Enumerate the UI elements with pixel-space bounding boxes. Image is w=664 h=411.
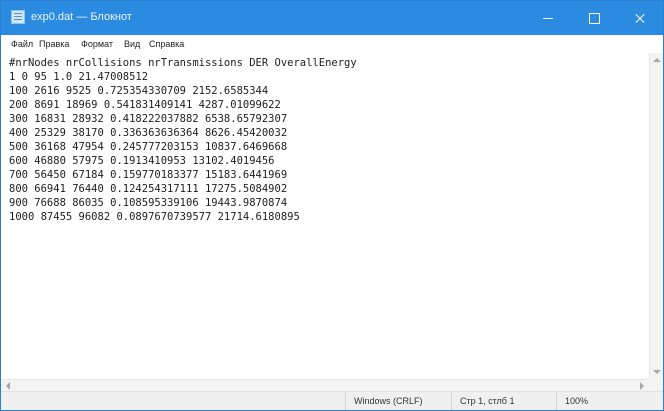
menu-view[interactable]: Вид	[123, 35, 141, 53]
title-bar[interactable]: exp0.dat — Блокнот	[1, 1, 663, 35]
text-editor[interactable]: #nrNodes nrCollisions nrTransmissions DE…	[1, 53, 649, 379]
menu-bar: Файл Правка Формат Вид Справка	[1, 35, 663, 53]
text-content: #nrNodes nrCollisions nrTransmissions DE…	[9, 56, 357, 224]
text-line: 200 8691 18969 0.541831409141 4287.01099…	[9, 99, 281, 111]
scroll-down-icon[interactable]	[653, 370, 661, 374]
text-line: 300 16831 28932 0.418222037882 6538.6579…	[9, 113, 288, 125]
close-button[interactable]	[617, 1, 663, 35]
text-line: 600 46880 57975 0.1913410953 13102.40194…	[9, 155, 275, 167]
text-line: 500 36168 47954 0.245777203153 10837.646…	[9, 141, 288, 153]
text-line: 1 0 95 1.0 21.47008512	[9, 71, 149, 83]
text-line: 1000 87455 96082 0.0897670739577 21714.6…	[9, 211, 300, 223]
menu-help[interactable]: Справка	[148, 35, 185, 53]
text-line: 700 56450 67184 0.159770183377 15183.644…	[9, 169, 288, 181]
notepad-window: exp0.dat — Блокнот Файл Правка Формат Ви…	[0, 0, 664, 411]
status-cursor-position: Стр 1, стлб 1	[451, 392, 556, 410]
status-encoding: Windows (CRLF)	[345, 392, 451, 410]
window-title: exp0.dat — Блокнот	[31, 11, 132, 23]
scrollbar-corner	[649, 379, 663, 391]
notepad-icon[interactable]	[11, 10, 25, 24]
text-line: 900 76688 86035 0.108595339106 19443.987…	[9, 197, 288, 209]
horizontal-scrollbar[interactable]	[1, 379, 649, 391]
scroll-right-icon[interactable]	[640, 382, 644, 390]
menu-file[interactable]: Файл	[10, 35, 34, 53]
text-line: 100 2616 9525 0.725354330709 2152.658534…	[9, 85, 269, 97]
menu-edit[interactable]: Правка	[38, 35, 70, 53]
status-bar: Windows (CRLF) Стр 1, стлб 1 100%	[1, 391, 663, 410]
scroll-up-icon[interactable]	[653, 58, 661, 62]
menu-format[interactable]: Формат	[80, 35, 114, 53]
status-zoom: 100%	[556, 392, 663, 410]
minimize-button[interactable]	[525, 1, 571, 35]
maximize-button[interactable]	[571, 1, 617, 35]
scroll-left-icon[interactable]	[6, 382, 10, 390]
vertical-scrollbar[interactable]	[649, 53, 663, 379]
text-line: 800 66941 76440 0.124254317111 17275.508…	[9, 183, 288, 195]
text-line: 400 25329 38170 0.336363636364 8626.4542…	[9, 127, 288, 139]
text-line: #nrNodes nrCollisions nrTransmissions DE…	[9, 57, 357, 69]
